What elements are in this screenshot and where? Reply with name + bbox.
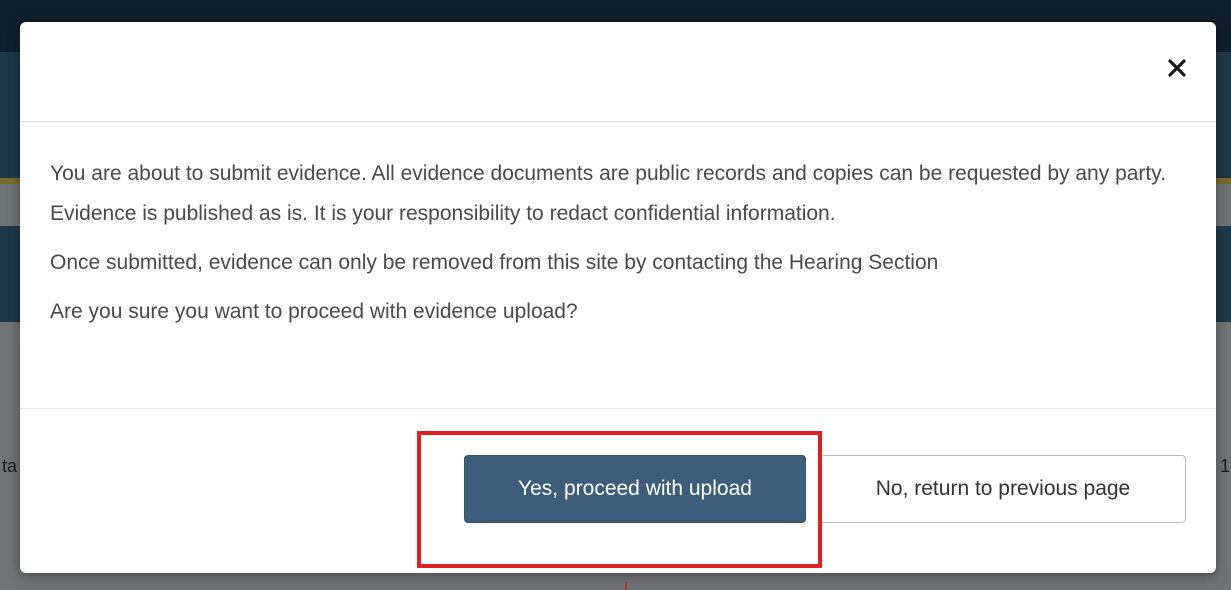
background-text-fragment: ta (2, 456, 18, 476)
background-marker (625, 582, 627, 590)
background-text-fragment: 1 (1220, 456, 1231, 476)
close-button[interactable] (1164, 55, 1190, 81)
confirmation-question: Are you sure you want to proceed with ev… (50, 300, 578, 323)
proceed-upload-button[interactable]: Yes, proceed with upload (464, 455, 806, 523)
dialog-header (20, 22, 1216, 122)
confirm-upload-dialog: You are about to submit evidence. All ev… (20, 22, 1216, 573)
close-icon (1168, 59, 1186, 77)
return-previous-page-button[interactable]: No, return to previous page (820, 455, 1186, 523)
removal-info-text: Once submitted, evidence can only be rem… (50, 251, 939, 274)
dialog-body: You are about to submit evidence. All ev… (20, 122, 1216, 409)
screen: ta 1 You are about to submit evidence. A… (0, 0, 1231, 590)
evidence-warning-text: You are about to submit evidence. All ev… (50, 162, 1167, 225)
dialog-footer: Yes, proceed with upload No, return to p… (20, 409, 1216, 573)
